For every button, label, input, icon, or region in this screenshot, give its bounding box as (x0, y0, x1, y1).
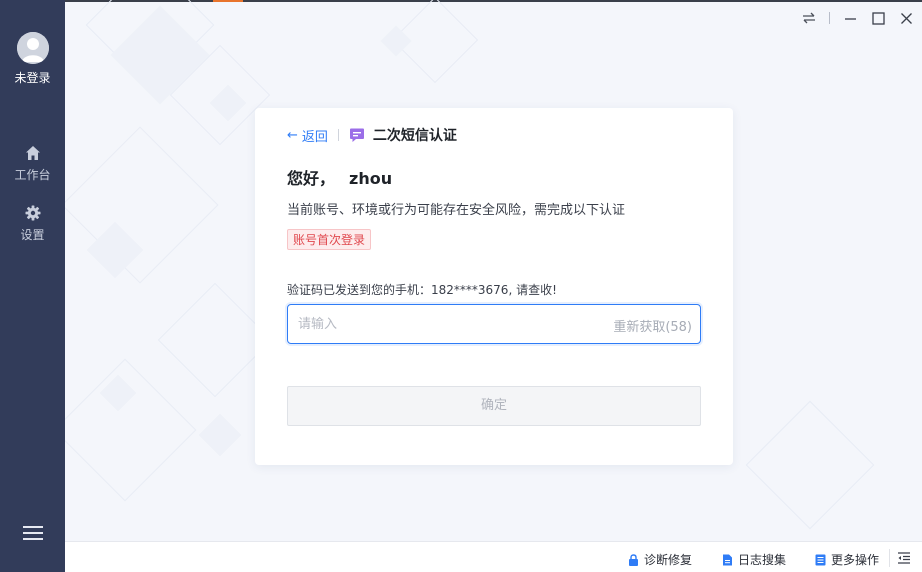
diagnose-repair-button[interactable]: 诊断修复 (628, 551, 692, 568)
greeting: 您好， zhou (287, 165, 392, 189)
more-actions-button[interactable]: 更多操作 (815, 551, 879, 568)
card-title: 二次短信认证 (372, 128, 457, 144)
user-icon (17, 32, 49, 64)
code-sent-info: 验证码已发送到您的手机：182****3676, 请查收! (287, 283, 557, 297)
swap-icon[interactable] (801, 10, 817, 26)
document-icon (723, 554, 732, 565)
hamburger-icon[interactable] (23, 526, 43, 542)
sms-verification-card: ← 返回 二次短信认证 您好， zhou 当前账号、环境或行为可能存在安全风险，需… (255, 108, 733, 465)
resend-code-button[interactable]: 重新获取(58) (613, 316, 692, 335)
minimize-icon[interactable] (842, 10, 858, 26)
app-window: 未登录 工作台 设置 ← 返回 二次短信认证 您好， zhou 当前账号、环境或… (0, 0, 922, 572)
login-status-label[interactable]: 未登录 (0, 69, 65, 86)
home-icon (25, 146, 40, 160)
gear-icon (25, 205, 40, 221)
sidebar-item-settings[interactable]: 设置 (0, 204, 65, 243)
status-bar: 诊断修复 日志搜集 更多操作 (65, 541, 922, 572)
risk-reason-badge: 账号首次登录 (287, 229, 372, 250)
verification-code-box: 重新获取(58) (287, 304, 701, 344)
sidebar: 未登录 工作台 设置 (0, 0, 65, 572)
more-label: 更多操作 (831, 553, 880, 567)
username: zhou (349, 169, 393, 188)
close-icon[interactable] (898, 10, 914, 26)
confirm-button[interactable]: 确定 (287, 386, 701, 426)
card-header: ← 返回 二次短信认证 (287, 126, 457, 145)
collapse-panel-icon[interactable] (897, 551, 911, 565)
greeting-text: 您好， (287, 169, 336, 188)
risk-description: 当前账号、环境或行为可能存在安全风险，需完成以下认证 (287, 203, 626, 218)
maximize-icon[interactable] (870, 10, 886, 26)
sidebar-item-workbench[interactable]: 工作台 (0, 144, 65, 183)
sms-message-icon (349, 128, 364, 142)
sidebar-item-label: 设置 (20, 228, 45, 242)
list-icon (815, 554, 826, 565)
arrow-left-icon: ← (287, 127, 298, 143)
log-collect-button[interactable]: 日志搜集 (722, 551, 786, 568)
verification-code-input[interactable] (298, 305, 598, 343)
user-avatar[interactable] (17, 32, 49, 64)
lock-icon (629, 553, 638, 566)
window-controls (801, 10, 914, 26)
sidebar-item-label: 工作台 (14, 168, 51, 182)
back-button[interactable]: ← 返回 (287, 126, 328, 145)
back-label: 返回 (301, 129, 328, 145)
log-label: 日志搜集 (738, 553, 787, 567)
diagnose-label: 诊断修复 (644, 553, 693, 567)
